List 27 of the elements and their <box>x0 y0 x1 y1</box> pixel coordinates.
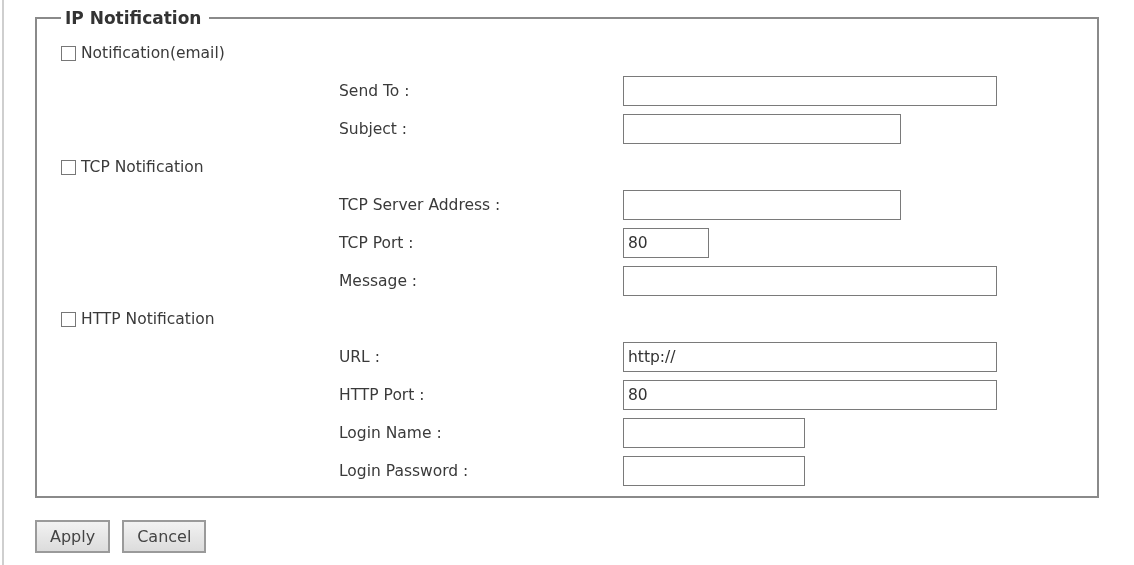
checkbox[interactable] <box>61 45 76 61</box>
field-label: URL : <box>339 348 381 366</box>
field-label: Message : <box>339 272 419 290</box>
field-label: TCP Port : <box>339 234 415 252</box>
input-field[interactable] <box>623 456 805 486</box>
field-label: TCP Server Address : <box>339 196 502 214</box>
group-title: IP Notification <box>64 8 203 28</box>
input-field[interactable] <box>623 76 997 106</box>
input-field[interactable] <box>623 114 901 144</box>
checkbox-label: TCP Notification <box>81 158 204 176</box>
input-field[interactable]: 80 <box>623 380 997 410</box>
checkbox-label: Notification(email) <box>81 44 225 62</box>
input-field[interactable] <box>623 266 997 296</box>
field-label: Subject : <box>339 120 409 138</box>
checkbox-label: HTTP Notification <box>81 310 215 328</box>
input-field[interactable] <box>623 418 805 448</box>
input-field[interactable] <box>623 190 901 220</box>
apply-button[interactable]: Apply <box>35 520 111 553</box>
checkbox[interactable] <box>61 311 76 327</box>
field-label: Send To : <box>339 82 411 100</box>
field-label: HTTP Port : <box>339 386 426 404</box>
field-label: Login Name : <box>339 424 443 442</box>
input-field[interactable]: 80 <box>623 228 709 258</box>
cancel-button[interactable]: Cancel <box>122 520 207 553</box>
input-field[interactable]: http:// <box>623 342 997 372</box>
checkbox[interactable] <box>61 159 76 175</box>
field-label: Login Password : <box>339 462 470 480</box>
